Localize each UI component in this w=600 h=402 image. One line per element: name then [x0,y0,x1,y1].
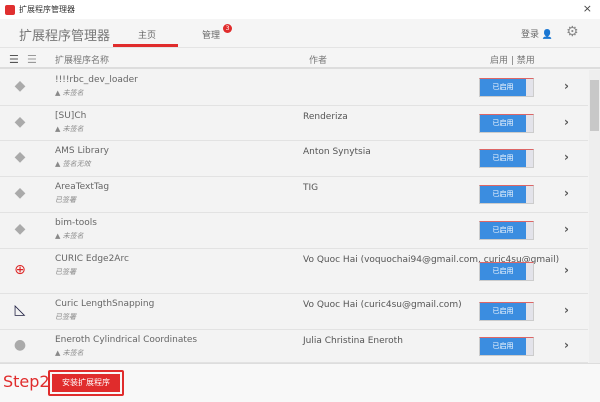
signature-status: ▲ 未签名 [55,232,84,240]
extension-name: Curic LengthSnapping [55,299,155,309]
extension-name: CURIC Edge2Arc [55,254,129,264]
toggle-label: 已启用 [480,79,526,96]
gear-icon[interactable]: ⚙ [566,24,579,40]
nav-bar: 扩展程序管理器 主页 管理 3 登录 👤 ⚙ [0,19,600,48]
extension-name: bim-tools [55,218,97,228]
enable-toggle[interactable]: 已启用 [479,78,534,97]
toggle-label: 已启用 [480,263,526,280]
title-bar: 扩展程序管理器 × [0,0,600,19]
chevron-right-icon[interactable]: › [564,150,569,164]
chevron-right-icon[interactable]: › [564,186,569,200]
chevron-right-icon[interactable]: › [564,303,569,317]
extension-name: Eneroth Cylindrical Coordinates [55,335,198,345]
extension-row[interactable]: ◆ AreaTextTag 已签署 TIG 已启用 › [0,177,588,213]
expand-all-icon[interactable]: ☰ [9,53,19,66]
extension-list: ◆ !!!!rbc_dev_loader ▲ 未签名 已启用 › ◆ [SU]Ch… [0,70,588,363]
gem-icon: ◆ [14,114,26,130]
manage-badge: 3 [223,24,232,33]
extension-name: AMS Library [55,146,109,156]
gem-icon: ◆ [14,78,26,94]
extension-author: Anton Synytsia [303,147,371,157]
active-tab-indicator [113,44,178,47]
extension-author: TIG [303,183,319,193]
collapse-all-icon[interactable]: ☰ [27,53,37,66]
enable-toggle[interactable]: 已启用 [479,114,534,133]
close-icon[interactable]: × [583,2,592,15]
toggle-label: 已启用 [480,150,526,167]
app-title: 扩展程序管理器 [19,29,111,44]
column-toggle: 启用 | 禁用 [490,56,535,66]
chevron-right-icon[interactable]: › [564,222,569,236]
extension-row[interactable]: ◆ [SU]Ch ▲ 未签名 Renderiza 已启用 › [0,106,588,141]
enable-toggle[interactable]: 已启用 [479,262,534,281]
enable-toggle[interactable]: 已启用 [479,337,534,356]
chevron-right-icon[interactable]: › [564,115,569,129]
extension-row[interactable]: ◆ bim-tools ▲ 未签名 已启用 › [0,213,588,249]
arc-icon: ⊕ [14,262,26,278]
extension-name: !!!!rbc_dev_loader [55,75,138,85]
column-author[interactable]: 作者 [309,53,327,66]
extension-author: Julia Christina Eneroth [303,336,403,346]
login-button[interactable]: 登录 👤 [521,27,553,40]
signature-status: ▲ 签名无效 [55,160,91,168]
signature-status: ▲ 未签名 [55,349,84,357]
signature-status: 已签署 [55,313,76,321]
cylinder-icon: ● [13,337,27,353]
signature-status: 已签署 [55,268,76,276]
enable-toggle[interactable]: 已启用 [479,149,534,168]
gem-icon: ◆ [14,149,26,165]
window-title: 扩展程序管理器 [19,5,75,14]
column-name[interactable]: 扩展程序名称 [55,53,109,66]
signature-status: ▲ 未签名 [55,89,84,97]
toggle-label: 已启用 [480,115,526,132]
enable-toggle[interactable]: 已启用 [479,302,534,321]
extension-row[interactable]: ⊕ CURIC Edge2Arc 已签署 Vo Quoc Hai (voquoc… [0,249,588,294]
extension-name: [SU]Ch [55,111,87,121]
signature-status: 已签署 [55,196,76,204]
enable-toggle[interactable]: 已启用 [479,185,534,204]
chevron-right-icon[interactable]: › [564,338,569,352]
tab-home[interactable]: 主页 [138,28,156,41]
footer: Step2 安装扩展程序 [0,363,600,402]
toggle-label: 已启用 [480,303,526,320]
extension-row[interactable]: ◆ AMS Library ▲ 签名无效 Anton Synytsia 已启用 … [0,141,588,177]
gem-icon: ◆ [14,185,26,201]
extension-author: Renderiza [303,112,348,122]
scrollbar[interactable] [589,70,600,363]
step-label: Step2 [3,372,50,391]
signature-status: ▲ 未签名 [55,125,84,133]
install-label: 安装扩展程序 [52,374,120,392]
install-extension-button[interactable]: 安装扩展程序 [48,370,124,396]
snap-icon: ◺ [14,302,26,318]
extension-row[interactable]: ◆ !!!!rbc_dev_loader ▲ 未签名 已启用 › [0,70,588,106]
enable-toggle[interactable]: 已启用 [479,221,534,240]
extension-name: AreaTextTag [55,182,110,192]
toggle-label: 已启用 [480,186,526,203]
extension-author: Vo Quoc Hai (curic4su@gmail.com) [303,300,462,310]
toggle-label: 已启用 [480,338,526,355]
extension-row[interactable]: ● Eneroth Cylindrical Coordinates ▲ 未签名 … [0,330,588,363]
chevron-right-icon[interactable]: › [564,79,569,93]
extension-row[interactable]: ◺ Curic LengthSnapping 已签署 Vo Quoc Hai (… [0,294,588,330]
gem-icon: ◆ [14,221,26,237]
chevron-right-icon[interactable]: › [564,263,569,277]
tab-manage[interactable]: 管理 [202,28,220,41]
column-header: ☰ ☰ 扩展程序名称 作者 启用 | 禁用 [0,48,600,69]
toggle-label: 已启用 [480,222,526,239]
scrollbar-thumb[interactable] [590,80,599,131]
app-logo-icon [5,4,15,15]
